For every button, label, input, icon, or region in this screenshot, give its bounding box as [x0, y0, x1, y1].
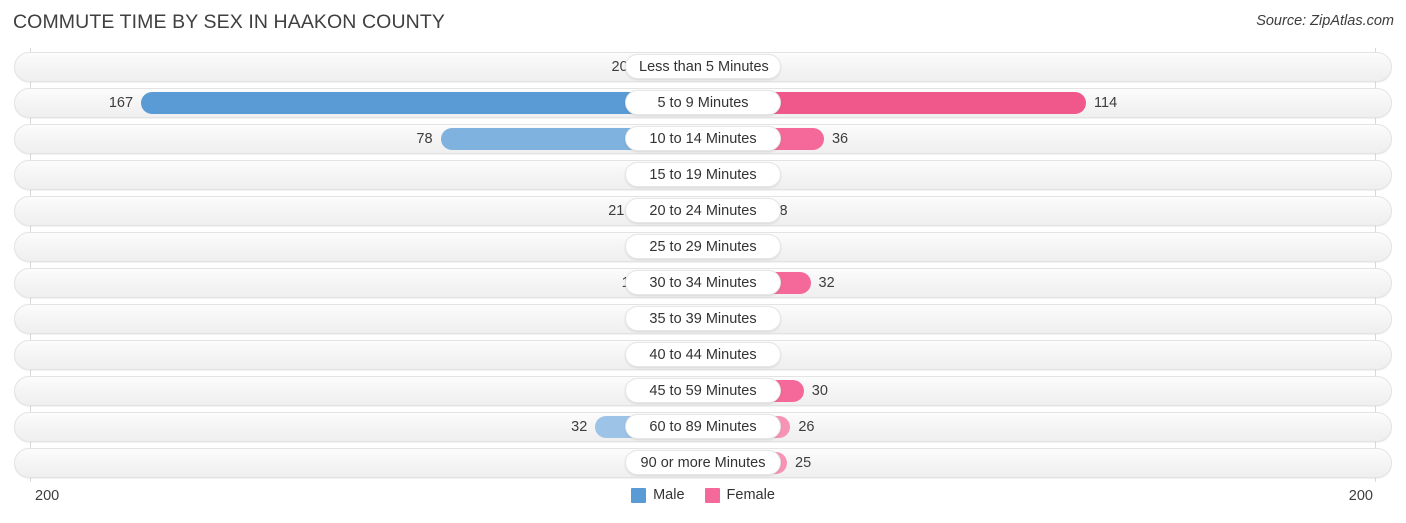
category-label-pill: 10 to 14 Minutes — [625, 126, 781, 151]
value-label-male: 21 — [608, 203, 625, 219]
value-label-female: 30 — [811, 383, 828, 399]
legend-item-male[interactable]: Male — [631, 487, 685, 503]
page-title: COMMUTE TIME BY SEX IN HAAKON COUNTY — [13, 11, 445, 33]
chart-header: COMMUTE TIME BY SEX IN HAAKON COUNTY Sou… — [0, 0, 1406, 46]
value-label-female: 36 — [831, 131, 849, 147]
chart-legend: Male Female — [0, 487, 1406, 503]
category-label-pill: 45 to 59 Minutes — [625, 378, 781, 403]
legend-label: Male — [653, 487, 685, 503]
value-label-male: 20 — [611, 59, 628, 75]
source-attribution: Source: ZipAtlas.com — [1256, 13, 1394, 29]
category-label-pill: Less than 5 Minutes — [625, 54, 781, 79]
category-label-pill: 90 or more Minutes — [625, 450, 781, 475]
value-label-male: 32 — [571, 419, 588, 435]
category-label-pill: 35 to 39 Minutes — [625, 306, 781, 331]
category-label-pill: 30 to 34 Minutes — [625, 270, 781, 295]
category-label-pill: 5 to 9 Minutes — [625, 90, 781, 115]
category-label-pill: 15 to 19 Minutes — [625, 162, 781, 187]
legend-swatch-icon — [704, 487, 720, 503]
legend-item-female[interactable]: Female — [704, 487, 775, 503]
value-label-female: 114 — [1094, 95, 1118, 111]
value-label-female: 32 — [818, 275, 835, 291]
value-label-male: 78 — [416, 131, 433, 147]
chart-footer: 200 200 Male Female — [0, 482, 1406, 523]
chart-plot-area: 202Less than 5 Minutes1671145 to 9 Minut… — [0, 48, 1406, 482]
category-label-pill: 25 to 29 Minutes — [625, 234, 781, 259]
category-label-pill: 40 to 44 Minutes — [625, 342, 781, 367]
value-label-female: 26 — [798, 419, 815, 435]
value-label-male: 167 — [108, 95, 134, 111]
bar-male[interactable] — [141, 92, 703, 114]
value-label-female: 25 — [795, 455, 812, 471]
category-label-pill: 20 to 24 Minutes — [625, 198, 781, 223]
legend-label: Female — [726, 487, 775, 503]
legend-swatch-icon — [631, 487, 647, 503]
category-label-pill: 60 to 89 Minutes — [625, 414, 781, 439]
